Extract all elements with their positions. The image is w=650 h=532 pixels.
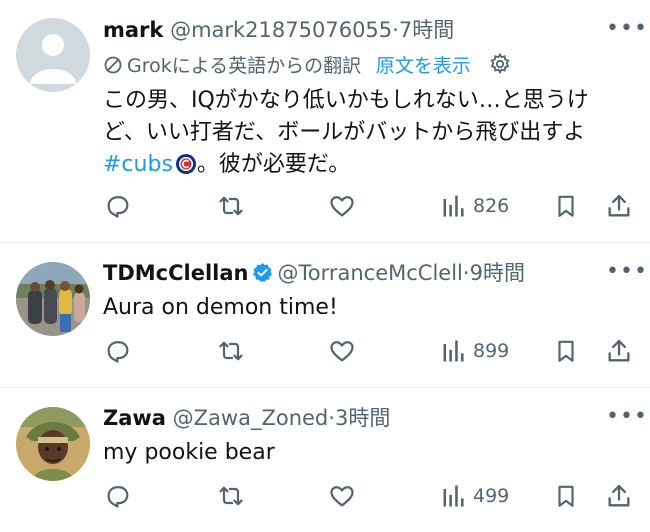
- reply-icon: [104, 337, 132, 365]
- author-handle[interactable]: @mark21875076055: [170, 18, 392, 42]
- views-button[interactable]: 826: [441, 186, 509, 226]
- share-button[interactable]: [605, 186, 633, 226]
- reply-button[interactable]: [104, 186, 132, 226]
- views-icon: [441, 337, 467, 365]
- share-icon: [605, 337, 633, 365]
- tweet-1[interactable]: mark @mark21875076055·7時間 ••• Grokによる英語か…: [0, 0, 650, 242]
- retweet-icon: [217, 192, 245, 220]
- avatar-tdmcclellan[interactable]: [16, 262, 90, 336]
- author-name[interactable]: mark: [103, 18, 163, 42]
- tweet-2[interactable]: TDMcClellan @TorranceMcClell·9時間 ••• Aura…: [0, 243, 650, 387]
- gear-icon[interactable]: [488, 52, 512, 84]
- views-count: 899: [473, 340, 510, 362]
- action-bar: 499: [0, 476, 650, 516]
- like-icon: [328, 192, 356, 220]
- retweet-icon: [217, 482, 245, 510]
- share-button[interactable]: [605, 476, 633, 516]
- hashtag-cubs[interactable]: #cubs: [103, 152, 173, 177]
- tweet-text-line-2: ど、いい打者だ、ボールがバットから飛び出すよ: [103, 120, 586, 145]
- bookmark-button[interactable]: [553, 186, 579, 226]
- views-icon: [441, 192, 467, 220]
- more-options-icon[interactable]: •••: [606, 18, 648, 40]
- like-button[interactable]: [328, 186, 356, 226]
- share-button[interactable]: [605, 331, 633, 371]
- more-options-icon[interactable]: •••: [606, 261, 648, 283]
- views-count: 499: [473, 485, 510, 507]
- like-button[interactable]: [328, 331, 356, 371]
- retweet-button[interactable]: [217, 186, 245, 226]
- verified-badge-icon[interactable]: [252, 261, 273, 291]
- tweet-text: my pookie bear: [103, 440, 275, 465]
- bookmark-button[interactable]: [553, 331, 579, 371]
- author-name[interactable]: Zawa: [103, 406, 166, 430]
- tweet-3[interactable]: Zawa @Zawa_Zoned·3時間 ••• my pookie bear …: [0, 388, 650, 532]
- timestamp[interactable]: 9時間: [470, 261, 525, 285]
- action-bar: 826: [0, 186, 650, 226]
- tweet-text: Aura on demon time!: [103, 295, 338, 320]
- tweet-text-line-3: #cubs 。彼が必要だ。: [103, 150, 350, 184]
- action-bar: 899: [0, 331, 650, 371]
- reply-icon: [104, 482, 132, 510]
- reply-icon: [104, 192, 132, 220]
- author-handle[interactable]: @TorranceMcClell: [277, 261, 462, 285]
- like-icon: [328, 482, 356, 510]
- tweet-header: mark @mark21875076055·7時間: [103, 15, 454, 45]
- author-handle[interactable]: @Zawa_Zoned: [173, 406, 329, 430]
- separator-dot: ·: [328, 406, 335, 430]
- reply-button[interactable]: [104, 476, 132, 516]
- views-icon: [441, 482, 467, 510]
- more-options-icon[interactable]: •••: [606, 406, 648, 428]
- like-button[interactable]: [328, 476, 356, 516]
- views-button[interactable]: 499: [441, 476, 509, 516]
- cubs-logo-icon: [175, 153, 197, 184]
- bookmark-icon: [553, 337, 579, 365]
- share-icon: [605, 192, 633, 220]
- bookmark-icon: [553, 192, 579, 220]
- avatar-zawa[interactable]: [16, 407, 90, 481]
- show-original-link[interactable]: 原文を表示: [376, 55, 471, 77]
- tweet-text-tail: 。彼が必要だ。: [196, 152, 351, 177]
- retweet-button[interactable]: [217, 331, 245, 371]
- share-icon: [605, 482, 633, 510]
- avatar-mark[interactable]: [16, 18, 90, 92]
- views-count: 826: [473, 195, 510, 217]
- translate-icon: [103, 53, 123, 83]
- translation-bar: Grokによる英語からの翻訳 原文を表示: [103, 50, 512, 84]
- tweet-header: Zawa @Zawa_Zoned·3時間: [103, 403, 390, 433]
- reply-button[interactable]: [104, 331, 132, 371]
- timestamp[interactable]: 7時間: [399, 18, 454, 42]
- tweet-text-line-1: この男、IQがかなり低いかもしれない…と思うけ: [103, 88, 589, 113]
- separator-dot: ·: [462, 261, 470, 285]
- like-icon: [328, 337, 356, 365]
- timestamp[interactable]: 3時間: [335, 406, 390, 430]
- bookmark-icon: [553, 482, 579, 510]
- author-name[interactable]: TDMcClellan: [103, 261, 248, 285]
- views-button[interactable]: 899: [441, 331, 509, 371]
- translation-note: Grokによる英語からの翻訳: [127, 55, 362, 77]
- bookmark-button[interactable]: [553, 476, 579, 516]
- tweet-header: TDMcClellan @TorranceMcClell·9時間: [103, 258, 525, 291]
- retweet-button[interactable]: [217, 476, 245, 516]
- retweet-icon: [217, 337, 245, 365]
- separator-dot: ·: [392, 18, 399, 42]
